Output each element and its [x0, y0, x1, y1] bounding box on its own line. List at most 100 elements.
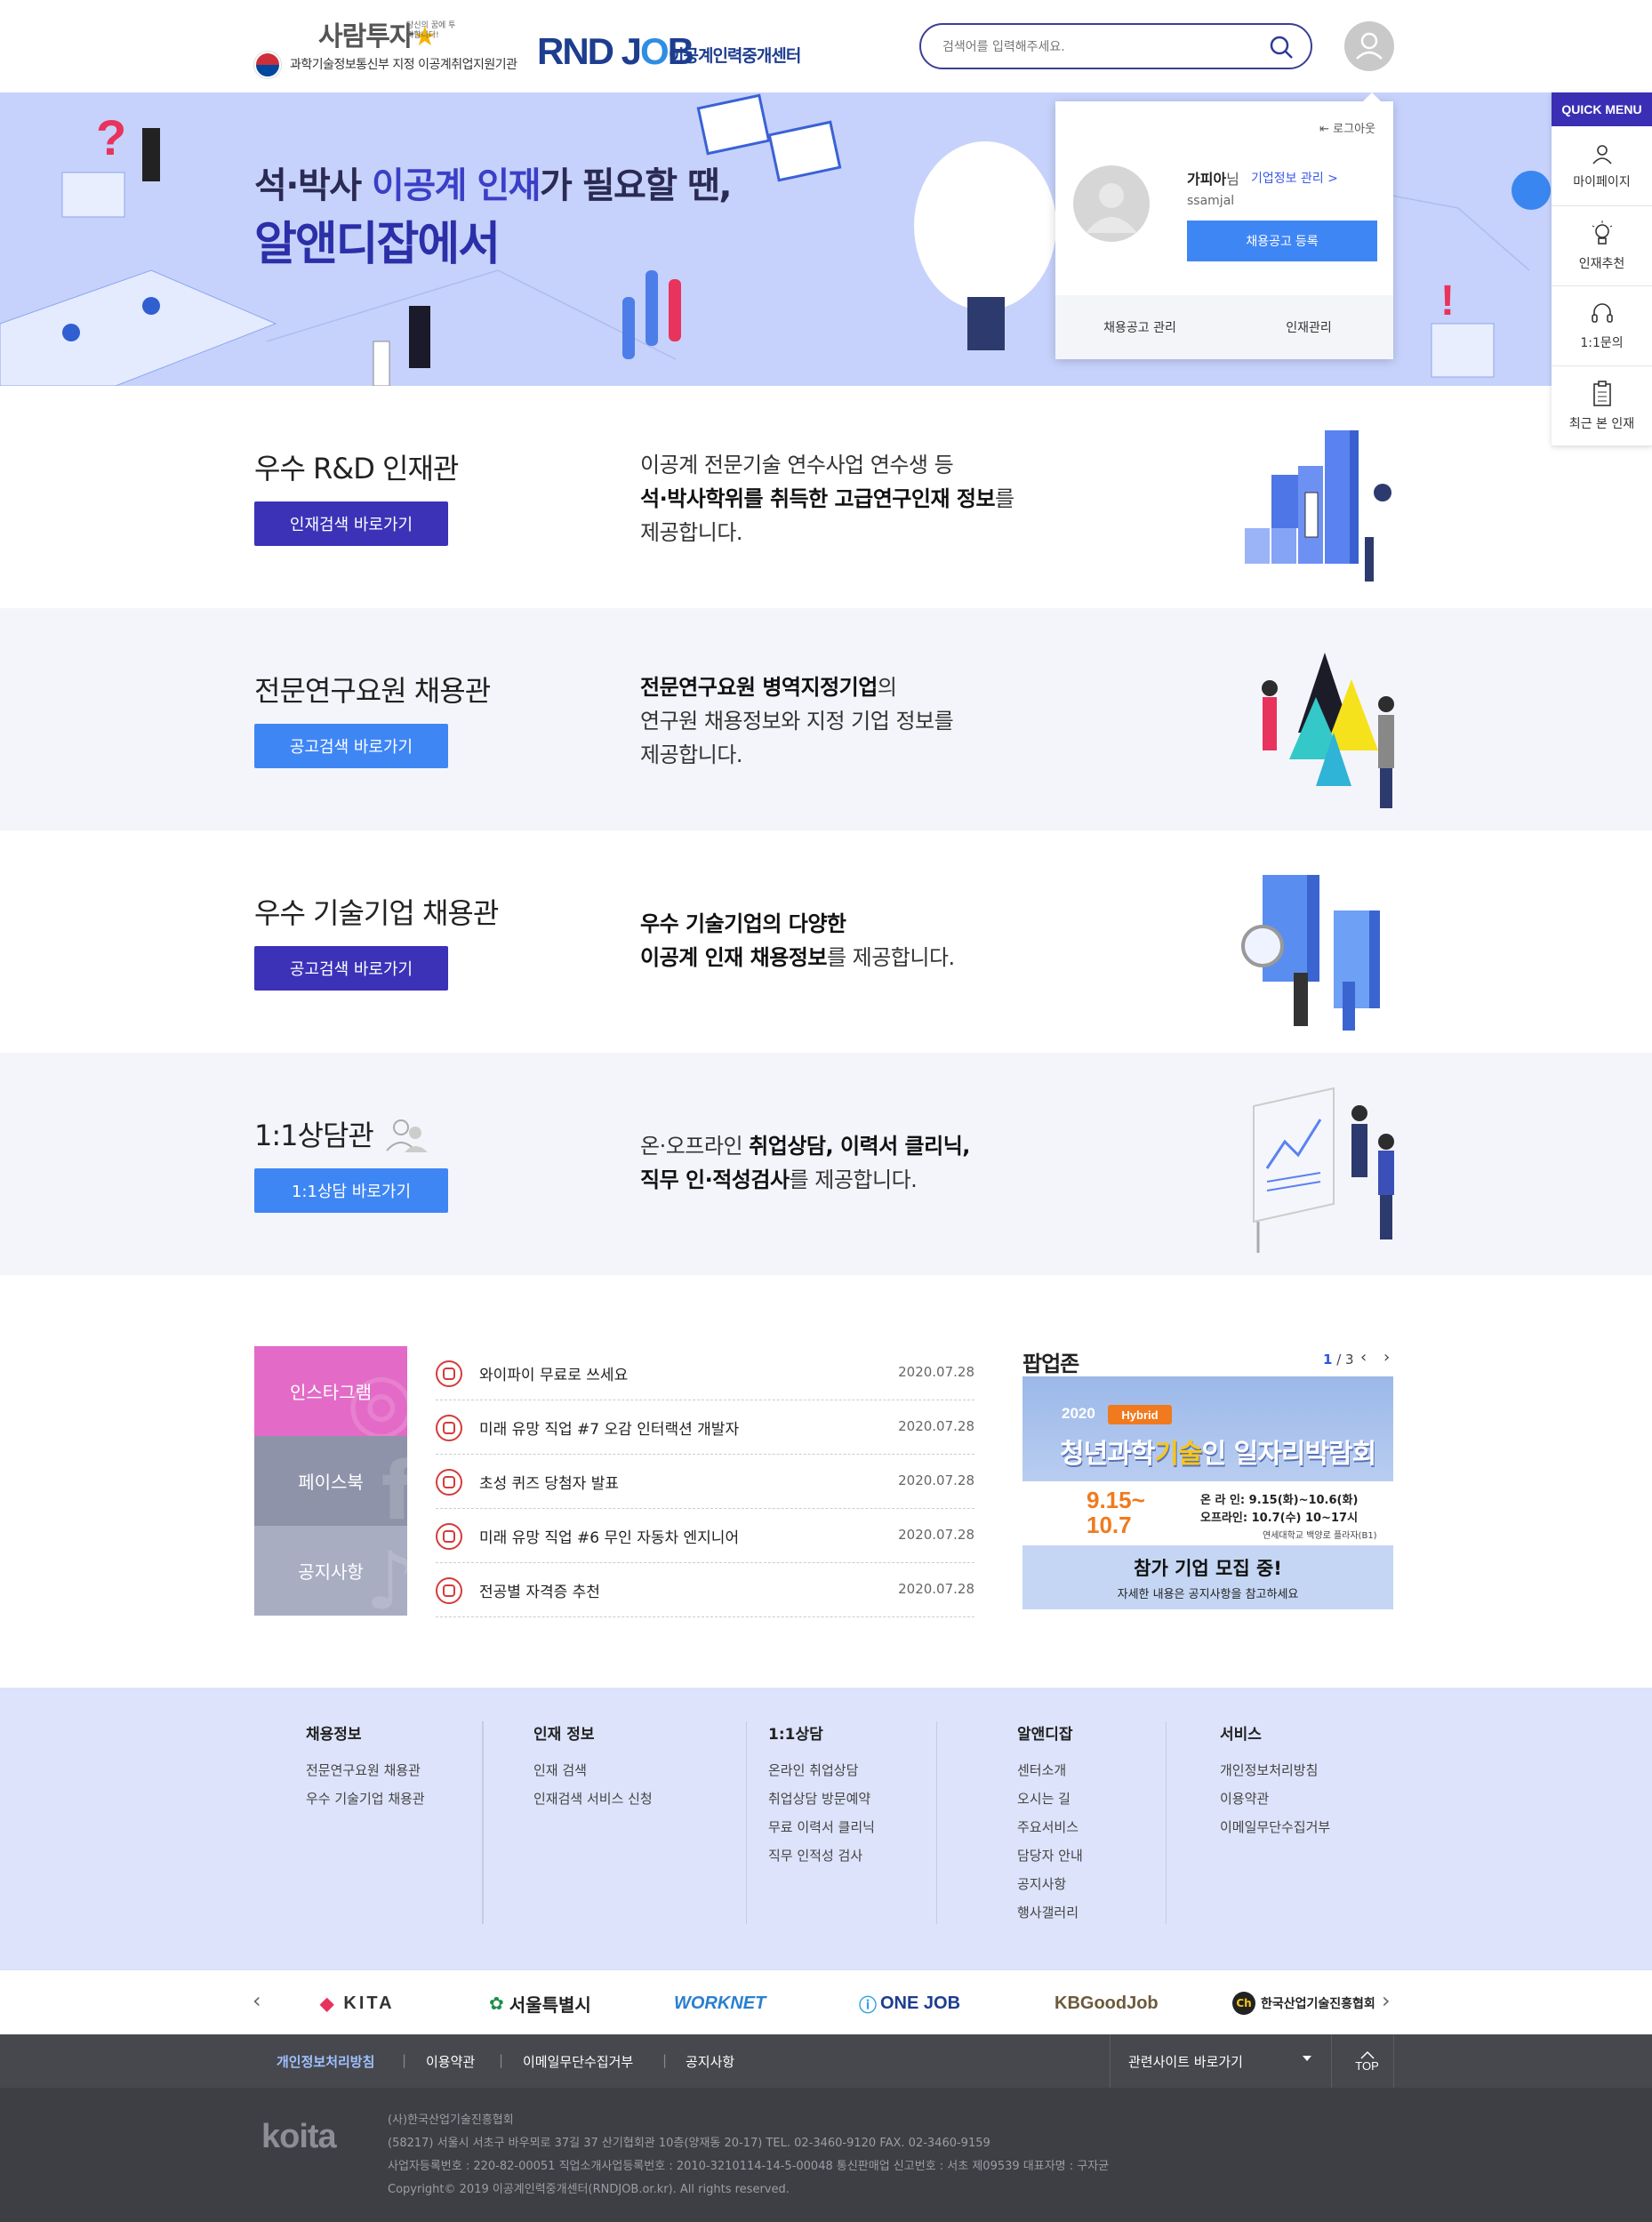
lightbulb-icon: [1592, 220, 1612, 245]
news-list: 와이파이 무료로 쓰세요 2020.07.28 미래 유망 직업 #7 오감 인…: [436, 1346, 974, 1617]
company-info: (사)한국산업기술진흥협회 (58217) 서울시 서초구 바우뫼로 37길 3…: [388, 2114, 1110, 2196]
instagram-icon: [436, 1523, 462, 1550]
hero-subheadline: 알앤디잡에서: [254, 218, 501, 271]
quick-talent-recommend[interactable]: 인재추천: [1552, 206, 1652, 286]
chevron-right-icon[interactable]: ›: [1383, 1348, 1390, 1367]
presentation-illustration: [1253, 1087, 1394, 1253]
section-description: 이공계 전문기술 연수사업 연수생 등 석·박사학위를 취득한 고급연구인재 정…: [640, 453, 1014, 545]
footer-col-counsel: 1:1상담 온라인 취업상담 취업상담 방문예약 무료 이력서 클리닉 직무 인…: [768, 1721, 937, 1924]
popzone-title: 팝업존: [1022, 1352, 1079, 1376]
notice-link[interactable]: 공지사항: [686, 2052, 734, 2071]
partner-kbgoodjob[interactable]: KBGoodJob: [1055, 1988, 1159, 2018]
search-input[interactable]: [942, 36, 1245, 58]
pyramid-illustration: [1262, 653, 1394, 808]
buildings-illustration: [1241, 875, 1380, 1031]
popzone-pager: 1 / 3: [1323, 1352, 1354, 1368]
korea-emblem-icon: [254, 52, 281, 78]
footer-bar: 개인정보처리방침 | 이용약관 | 이메일무단수집거부 | 공지사항 관련사이트…: [0, 2034, 1652, 2088]
quick-mypage[interactable]: 마이페이지: [1552, 126, 1652, 206]
instagram-icon: [436, 1577, 462, 1604]
instagram-icon: ◎: [346, 1355, 407, 1436]
popzone-banner[interactable]: 2020 Hybrid 청년과학기술인 일자리박람회 9.15~ 10.7 온 …: [1022, 1376, 1393, 1609]
privacy-policy-link[interactable]: 개인정보처리방침: [277, 2052, 374, 2071]
counseling-button[interactable]: 1:1상담 바로가기: [254, 1168, 448, 1213]
user-name: 가피아님: [1187, 171, 1239, 188]
partner-worknet[interactable]: WORKNET: [674, 1988, 766, 2018]
section-tech-company: 우수 기술기업 채용관 공고검색 바로가기 우수 기술기업의 다양한 이공계 인…: [0, 830, 1652, 1053]
instagram-icon: [436, 1360, 462, 1387]
scroll-top-button[interactable]: TOP: [1341, 2034, 1394, 2088]
user-icon: [1356, 32, 1383, 60]
profile-avatar: [1073, 165, 1150, 242]
caret-down-icon: [1303, 2056, 1311, 2061]
list-item[interactable]: 미래 유망 직업 #7 오감 인터랙션 개발자 2020.07.28: [436, 1400, 974, 1455]
job-search-button[interactable]: 공고검색 바로가기: [254, 946, 448, 991]
section-title: 1:1상담관: [254, 1113, 431, 1154]
section-description: 온·오프라인 취업상담, 이력서 클리닉, 직무 인·적성검사를 제공합니다.: [640, 1134, 970, 1192]
partner-seoul[interactable]: ✿ 서울특별시: [489, 1988, 591, 2018]
section-title: 전문연구요원 채용관: [254, 674, 491, 708]
talent-search-button[interactable]: 인재검색 바로가기: [254, 501, 448, 546]
seoul-logo-icon: ✿: [489, 1993, 504, 2014]
chevron-left-icon[interactable]: ‹: [1360, 1348, 1367, 1367]
email-refusal-link[interactable]: 이메일무단수집거부: [523, 2052, 633, 2071]
site-header: 사람투자★ 당신의 꿈에 투자합니다! 과학기술정보통신부 지정 이공계취업지원…: [0, 0, 1652, 92]
hero-banner: ? ! 석·박사 이공계 인재가 필요할 땐, 알앤디잡에서: [0, 92, 1652, 386]
footer-sitemap: 채용정보 전문연구요원 채용관 우수 기술기업 채용관 인재 정보 인재 검색 …: [0, 1688, 1652, 1970]
footer-col-jobs: 채용정보 전문연구요원 채용관 우수 기술기업 채용관: [306, 1721, 484, 1924]
user-avatar-button[interactable]: [1344, 21, 1394, 71]
koita-logo-icon: Ch: [1232, 1992, 1255, 2015]
section-title: 우수 기술기업 채용관: [254, 896, 499, 930]
chevron-up-icon: [1359, 2050, 1375, 2059]
job-post-manage-link[interactable]: 채용공고 관리: [1055, 295, 1224, 359]
partner-kita[interactable]: ◆ KITA: [320, 1988, 395, 2018]
hero-illustration: ? !: [0, 93, 1551, 386]
svg-text:?: ?: [96, 109, 126, 165]
bar-chart-illustration: [1245, 430, 1391, 582]
section-title: 우수 R&D 인재관: [254, 452, 459, 485]
list-item[interactable]: 미래 유망 직업 #6 무인 자동차 엔지니어 2020.07.28: [436, 1509, 974, 1563]
kita-logo-icon: ◆: [320, 1993, 337, 2014]
search-box: [919, 23, 1312, 69]
facebook-icon: f: [381, 1445, 407, 1526]
instagram-icon: [436, 1415, 462, 1441]
talent-manage-link[interactable]: 인재관리: [1224, 295, 1393, 359]
user-popup: ⇤ 로그아웃 가피아님 기업정보 관리 > ssamjal 채용공고 등록 채용…: [1055, 92, 1393, 359]
list-item[interactable]: 전공별 자격증 추천 2020.07.28: [436, 1563, 974, 1617]
banner-title: 청년과학기술인 일자리박람회: [1060, 1439, 1376, 1470]
job-search-button[interactable]: 공고검색 바로가기: [254, 724, 448, 768]
section-rnd-talent: 우수 R&D 인재관 인재검색 바로가기 이공계 전문기술 연수사업 연수생 등…: [0, 386, 1652, 608]
search-icon[interactable]: [1268, 34, 1295, 60]
user-id: ssamjal: [1187, 194, 1235, 208]
person-icon: [1592, 144, 1612, 164]
section-research-recruit: 전문연구요원 채용관 공고검색 바로가기 전문연구요원 병역지정기업의 연구원 …: [0, 608, 1652, 830]
terms-link[interactable]: 이용약관: [426, 2052, 475, 2071]
section-counseling: 1:1상담관 1:1상담 바로가기 온·오프라인 취업상담, 이력서 클리닉, …: [0, 1053, 1652, 1275]
tab-facebook[interactable]: f 페이스북: [254, 1436, 407, 1526]
logo-slogan: 당신의 꿈에 투자합니다!: [406, 21, 456, 40]
logout-link[interactable]: ⇤ 로그아웃: [1319, 119, 1375, 136]
quick-menu-title: QUICK MENU: [1552, 92, 1652, 126]
chevron-left-icon[interactable]: ‹: [253, 1988, 261, 2013]
partner-onejob[interactable]: ⓘ ONE JOB: [859, 1988, 960, 2018]
hybrid-badge: Hybrid: [1108, 1405, 1172, 1424]
quick-inquiry[interactable]: 1:1문의: [1552, 286, 1652, 366]
headset-icon: [1591, 302, 1613, 323]
hero-headline: 석·박사 이공계 인재가 필요할 땐,: [254, 165, 733, 206]
tab-instagram[interactable]: ◎ 인스타그램: [254, 1346, 407, 1436]
rndjob-logo-subtitle: 이공계인력중개센터: [669, 46, 801, 66]
company-info-link[interactable]: 기업정보 관리 >: [1251, 169, 1338, 187]
partner-koita[interactable]: Ch 한국산업기술진흥협회: [1232, 1988, 1375, 2018]
partner-carousel: ‹ ◆ KITA ✿ 서울특별시 WORKNET ⓘ ONE JOB KBGoodJo…: [0, 1970, 1652, 2034]
tab-notice[interactable]: ♪ 공지사항: [254, 1526, 407, 1616]
svg-text:!: !: [1440, 277, 1455, 325]
related-sites-select[interactable]: 관련사이트 바로가기: [1110, 2034, 1332, 2088]
list-item[interactable]: 초성 퀴즈 당첨자 발표 2020.07.28: [436, 1455, 974, 1509]
list-item[interactable]: 와이파이 무료로 쓰세요 2020.07.28: [436, 1346, 974, 1400]
chevron-right-icon[interactable]: ›: [1382, 1988, 1391, 2013]
register-job-button[interactable]: 채용공고 등록: [1187, 221, 1377, 261]
counsel-people-icon: [386, 1119, 428, 1152]
onejob-logo-icon: ⓘ: [859, 1995, 877, 2016]
section-description: 우수 기술기업의 다양한 이공계 인재 채용정보를 제공합니다.: [640, 911, 955, 970]
logo-subtitle: 과학기술정보통신부 지정 이공계취업지원기관: [290, 58, 517, 72]
